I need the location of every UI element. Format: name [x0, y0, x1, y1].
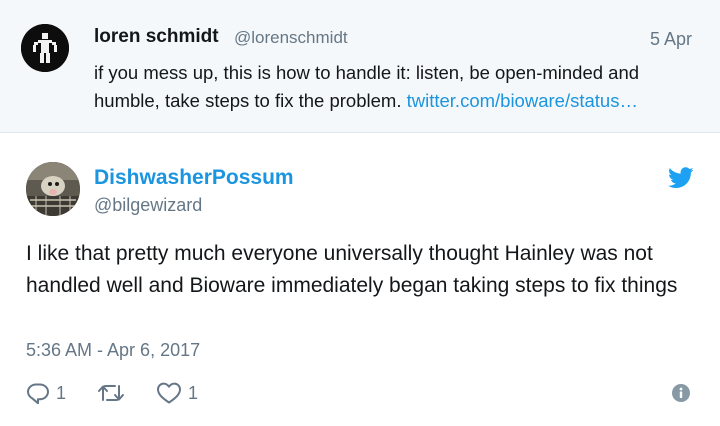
parent-avatar[interactable]	[21, 24, 69, 72]
reply-icon	[27, 383, 49, 405]
heart-icon	[157, 382, 181, 404]
tweet-timestamp[interactable]: 5:36 AM - Apr 6, 2017	[26, 340, 200, 361]
possum-avatar-icon	[26, 162, 80, 216]
parent-tweet[interactable]: loren schmidt @lorenschmidt 5 Apr if you…	[0, 0, 720, 133]
embedded-tweet: loren schmidt @lorenschmidt 5 Apr if you…	[0, 0, 720, 426]
parent-tweet-text: if you mess up, this is how to handle it…	[94, 59, 700, 115]
reply-count: 1	[56, 382, 67, 403]
author-name[interactable]: DishwasherPossum	[94, 166, 294, 190]
author-avatar[interactable]	[26, 162, 80, 216]
like-button[interactable]: 1	[156, 381, 226, 405]
stick-figure-avatar-icon	[21, 24, 69, 72]
twitter-bird-icon[interactable]	[668, 167, 694, 189]
parent-date[interactable]: 5 Apr	[650, 29, 692, 50]
info-icon[interactable]	[672, 384, 690, 402]
tweet-text: I like that pretty much everyone univers…	[26, 242, 678, 297]
reply-button[interactable]: 1	[26, 381, 96, 405]
author-handle[interactable]: @bilgewizard	[94, 195, 202, 216]
parent-author-handle[interactable]: @lorenschmidt	[234, 28, 348, 48]
like-count: 1	[188, 382, 199, 403]
retweet-button[interactable]	[96, 381, 156, 405]
tweet-actions: 1 1	[26, 379, 226, 407]
retweet-icon	[98, 385, 124, 401]
parent-author-name[interactable]: loren schmidt	[94, 26, 219, 48]
parent-tweet-link[interactable]: twitter.com/bioware/status…	[407, 90, 638, 111]
